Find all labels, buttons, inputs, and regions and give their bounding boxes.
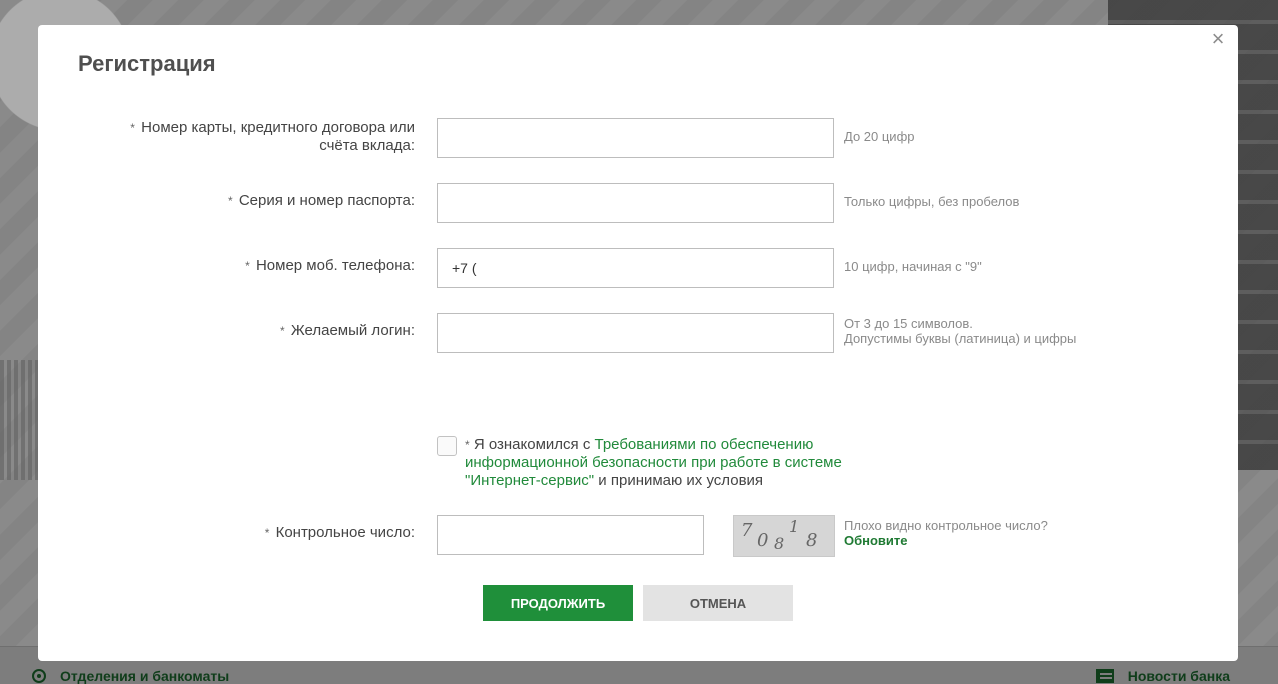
phone-label: * Номер моб. телефона: [95, 257, 415, 275]
captcha-hint: Плохо видно контрольное число? Обновите [844, 518, 1048, 548]
required-mark: * [227, 194, 233, 208]
agreement-checkbox[interactable] [437, 436, 457, 456]
phone-label-text: Номер моб. телефона: [255, 257, 415, 274]
required-mark: * [280, 324, 285, 338]
location-pin-icon [32, 669, 46, 683]
login-label-text: Желаемый логин: [290, 322, 415, 339]
registration-modal: × Регистрация * Номер карты, кредитного … [38, 25, 1238, 661]
captcha-digit: 1 [789, 517, 800, 536]
login-input[interactable] [437, 313, 834, 353]
card-label: * Номер карты, кредитного договора или с… [95, 119, 415, 155]
news-icon [1095, 669, 1114, 683]
required-mark: * [264, 526, 270, 540]
footer-link-news[interactable]: Новости банка [1095, 668, 1230, 684]
required-mark: * [465, 438, 470, 452]
captcha-digit: 0 [757, 530, 769, 551]
captcha-digit: 7 [741, 520, 753, 541]
login-hint-line2: Допустимы буквы (латиница) и цифры [844, 331, 1077, 346]
captcha-hint-text: Плохо видно контрольное число? [844, 518, 1048, 533]
captcha-refresh-link[interactable]: Обновите [844, 533, 1048, 548]
captcha-label: * Контрольное число: [95, 524, 415, 542]
footer-link-news-label: Новости банка [1127, 668, 1230, 684]
cancel-button[interactable]: Отмена [643, 585, 793, 621]
card-number-input[interactable] [437, 118, 834, 158]
agreement-suffix: и принимаю их условия [594, 472, 764, 489]
captcha-digit: 8 [774, 534, 785, 553]
close-icon[interactable]: × [1208, 28, 1228, 50]
card-hint: До 20 цифр [844, 129, 915, 144]
captcha-image: 7 0 8 1 8 [733, 515, 835, 557]
agreement-prefix: Я ознакомился с [473, 436, 595, 453]
passport-input[interactable] [437, 183, 834, 223]
footer-link-branches[interactable]: Отделения и банкоматы [32, 668, 229, 684]
continue-button[interactable]: Продолжить [483, 585, 633, 621]
login-hint-line1: От 3 до 15 символов. [844, 316, 973, 331]
modal-title: Регистрация [78, 51, 216, 76]
captcha-digit: 8 [806, 530, 818, 551]
phone-hint: 10 цифр, начиная с "9" [844, 259, 982, 274]
passport-hint: Только цифры, без пробелов [844, 194, 1020, 209]
passport-label-text: Серия и номер паспорта: [238, 192, 415, 209]
captcha-input[interactable] [437, 515, 704, 555]
required-mark: * [130, 121, 135, 135]
phone-input[interactable] [437, 248, 834, 288]
login-label: * Желаемый логин: [95, 322, 415, 340]
card-label-text: Номер карты, кредитного договора или счё… [141, 119, 415, 154]
footer-link-branches-label: Отделения и банкоматы [60, 668, 230, 684]
agreement-row: * Я ознакомился с Требованиями по обеспе… [437, 436, 857, 490]
captcha-label-text: Контрольное число: [275, 524, 415, 541]
required-mark: * [245, 259, 250, 273]
passport-label: * Серия и номер паспорта: [95, 192, 415, 210]
login-hint: От 3 до 15 символов. Допустимы буквы (ла… [844, 316, 1076, 346]
agreement-text: * Я ознакомился с Требованиями по обеспе… [465, 436, 857, 490]
